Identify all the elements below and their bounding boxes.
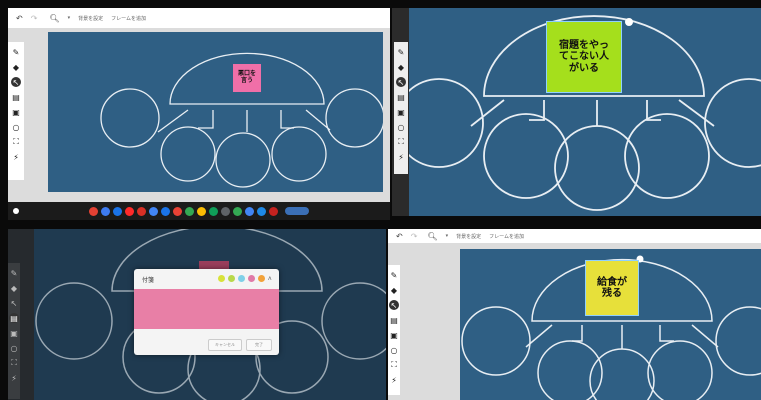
youtube-icon[interactable]	[125, 206, 134, 216]
sticky-note-dialog: 付箋 ʌ キャンセル 完了	[134, 269, 279, 355]
sticky-note-icon[interactable]: ▤	[396, 92, 406, 102]
color-swatch-blue[interactable]	[238, 275, 245, 282]
image-icon[interactable]: ▣	[389, 330, 399, 340]
shape-icon[interactable]: ○	[11, 122, 21, 132]
add-frame-button[interactable]: フレームを追加	[111, 15, 146, 22]
pen-icon[interactable]: ✎	[9, 268, 19, 278]
app-icon[interactable]	[221, 206, 230, 216]
gmail-icon[interactable]	[137, 206, 146, 216]
eraser-icon[interactable]: ◆	[396, 62, 406, 72]
undo-icon[interactable]: ↶	[16, 14, 23, 23]
toolbar: ↶ ↷ 🔍︎ ▾ 背景を設定 フレームを追加	[8, 8, 390, 28]
shape-icon[interactable]: ○	[9, 343, 19, 353]
eraser-icon[interactable]: ◆	[9, 283, 19, 293]
sticky-note-editor[interactable]	[134, 289, 279, 329]
record-icon[interactable]	[269, 206, 278, 216]
undo-icon[interactable]: ↶	[396, 232, 403, 241]
sticky-note[interactable]: 給食が 残る	[585, 260, 639, 316]
laser-icon[interactable]: ⚡	[11, 152, 21, 162]
select-icon[interactable]: ↖	[11, 77, 21, 87]
frame-icon[interactable]: ⛶	[396, 137, 406, 147]
tool-sidebar: ✎ ◆ ↖ ▤ ▣ ○ ⛶ ⚡	[8, 42, 24, 180]
shape-icon[interactable]: ○	[396, 122, 406, 132]
set-background-button[interactable]: 背景を設定	[456, 233, 481, 240]
camera-icon[interactable]	[173, 206, 182, 216]
pen-icon[interactable]: ✎	[11, 47, 21, 57]
photos-icon[interactable]	[185, 206, 194, 216]
dropdown-caret-icon[interactable]: ▾	[446, 233, 449, 239]
calendar-icon[interactable]	[149, 206, 158, 216]
zoom-icon[interactable]: 🔍︎	[427, 232, 437, 241]
select-icon[interactable]: ↖	[396, 77, 406, 87]
image-icon[interactable]: ▣	[11, 107, 21, 117]
chrome-icon[interactable]	[89, 206, 98, 216]
sticky-note-icon[interactable]: ▤	[389, 315, 399, 325]
color-swatch-green[interactable]	[228, 275, 235, 282]
canvas[interactable]: 給食が 残る	[460, 249, 761, 400]
files-icon[interactable]	[101, 206, 110, 216]
laser-icon[interactable]: ⚡	[9, 373, 19, 383]
laser-icon[interactable]: ⚡	[389, 375, 399, 385]
sticky-note-icon[interactable]: ▤	[9, 313, 19, 323]
frame-icon[interactable]: ⛶	[9, 358, 19, 368]
redo-icon[interactable]: ↷	[31, 14, 38, 23]
toolbar: ↶ ↷ 🔍︎ ▾ 背景を設定 フレームを追加	[388, 229, 761, 243]
image-icon[interactable]: ▣	[9, 328, 19, 338]
meet-icon[interactable]	[113, 206, 122, 216]
frame-icon[interactable]: ⛶	[389, 360, 399, 370]
launcher-icon[interactable]	[13, 208, 19, 214]
screen-top-left: ↶ ↷ 🔍︎ ▾ 背景を設定 フレームを追加 ✎ ◆ ↖ ▤ ▣ ○ ⛶ ⚡ 悪…	[8, 8, 390, 220]
drive-icon[interactable]	[197, 206, 206, 216]
dialog-title: 付箋	[142, 277, 155, 284]
screen-bottom-left: ✎ ◆ ↖ ▤ ▣ ○ ⛶ ⚡ 付箋 ʌ キャンセル 完了	[8, 229, 386, 400]
tasks-icon[interactable]	[257, 206, 266, 216]
dropdown-caret-icon[interactable]: ▾	[68, 15, 71, 21]
image-icon[interactable]: ▣	[396, 107, 406, 117]
tool-sidebar: ✎ ◆ ↖ ▤ ▣ ○ ⛶ ⚡	[8, 263, 20, 399]
tool-sidebar: ✎ ◆ ↖ ▤ ▣ ○ ⛶ ⚡	[394, 42, 408, 174]
cancel-button[interactable]: キャンセル	[208, 339, 242, 351]
redo-icon[interactable]: ↷	[411, 232, 418, 241]
screen-top-right: ✎ ◆ ↖ ▤ ▣ ○ ⛶ ⚡ 宿題をやっ てこない人 がいる	[392, 8, 761, 216]
tool-sidebar: ✎ ◆ ↖ ▤ ▣ ○ ⛶ ⚡	[388, 265, 400, 395]
status-area[interactable]	[285, 207, 309, 215]
set-background-button[interactable]: 背景を設定	[78, 15, 103, 22]
canvas[interactable]: 宿題をやっ てこない人 がいる	[409, 8, 761, 216]
laser-icon[interactable]: ⚡	[396, 152, 406, 162]
more-icon[interactable]: ʌ	[268, 275, 272, 282]
play-icon[interactable]	[233, 206, 242, 216]
thinking-map	[100, 52, 383, 188]
frame-icon[interactable]: ⛶	[11, 137, 21, 147]
select-icon[interactable]: ↖	[389, 300, 399, 310]
sticky-note[interactable]: 宿題をやっ てこない人 がいる	[546, 21, 622, 93]
done-button[interactable]: 完了	[246, 339, 272, 351]
screen-bottom-right: ↶ ↷ 🔍︎ ▾ 背景を設定 フレームを追加 ✎ ◆ ↖ ▤ ▣ ○ ⛶ ⚡ 給…	[388, 229, 761, 400]
sticky-note-icon[interactable]: ▤	[11, 92, 21, 102]
canvas[interactable]: 悪口を 言う	[48, 32, 383, 192]
sticky-note[interactable]: 悪口を 言う	[233, 64, 261, 92]
color-swatch-orange[interactable]	[258, 275, 265, 282]
zoom-icon[interactable]: 🔍︎	[49, 14, 59, 23]
classroom-icon[interactable]	[209, 206, 218, 216]
pen-icon[interactable]: ✎	[396, 47, 406, 57]
settings-icon[interactable]	[245, 206, 254, 216]
color-swatch-yellow[interactable]	[218, 275, 225, 282]
eraser-icon[interactable]: ◆	[11, 62, 21, 72]
add-frame-button[interactable]: フレームを追加	[489, 233, 524, 240]
docs-icon[interactable]	[161, 206, 170, 216]
taskbar	[8, 202, 390, 220]
pen-icon[interactable]: ✎	[389, 270, 399, 280]
shape-icon[interactable]: ○	[389, 345, 399, 355]
select-icon[interactable]: ↖	[9, 298, 19, 308]
eraser-icon[interactable]: ◆	[389, 285, 399, 295]
color-swatch-pink[interactable]	[248, 275, 255, 282]
